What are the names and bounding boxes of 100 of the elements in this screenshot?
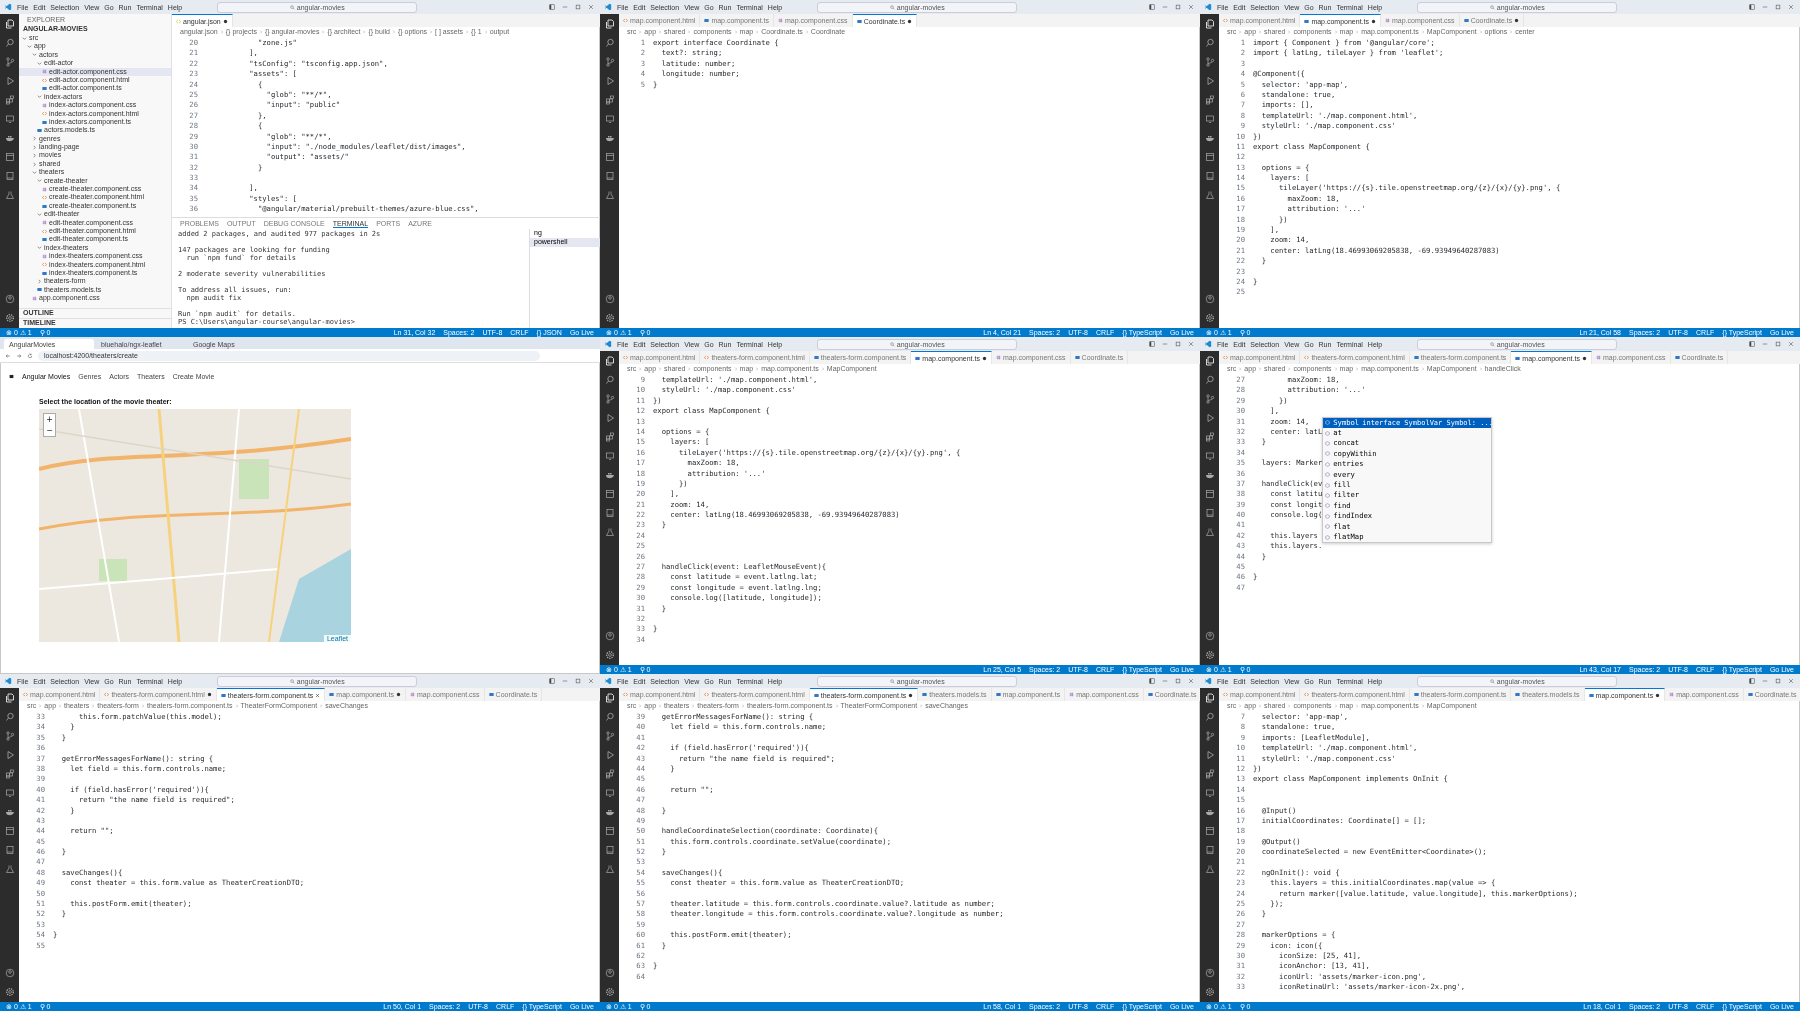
layout-icon[interactable]	[549, 678, 555, 684]
settings-icon[interactable]	[604, 987, 615, 997]
maximize-icon[interactable]	[575, 4, 581, 10]
layout-icon[interactable]	[1749, 4, 1755, 10]
table-icon[interactable]	[4, 152, 15, 162]
files-icon[interactable]	[1204, 19, 1215, 29]
close-icon[interactable]	[1788, 341, 1794, 347]
whale-icon[interactable]	[1204, 470, 1215, 480]
run-debug-icon[interactable]	[1204, 750, 1215, 760]
flask-icon[interactable]	[4, 190, 15, 200]
book-icon[interactable]	[4, 845, 15, 855]
close-icon[interactable]	[1188, 678, 1194, 684]
account-icon[interactable]	[604, 294, 615, 304]
whale-icon[interactable]	[604, 133, 615, 143]
table-icon[interactable]	[4, 826, 15, 836]
settings-icon[interactable]	[604, 313, 615, 323]
table-icon[interactable]	[1204, 826, 1215, 836]
zoom-in-button[interactable]: +	[44, 414, 55, 425]
close-icon[interactable]	[1788, 678, 1794, 684]
flask-icon[interactable]	[604, 527, 615, 537]
book-icon[interactable]	[604, 508, 615, 518]
layout-icon[interactable]	[1149, 341, 1155, 347]
search-icon[interactable]	[604, 712, 615, 722]
close-icon[interactable]	[315, 692, 321, 698]
source-control-icon[interactable]	[604, 57, 615, 67]
monitor-icon[interactable]	[604, 451, 615, 461]
files-icon[interactable]	[4, 693, 15, 703]
forward-icon[interactable]	[16, 352, 22, 359]
monitor-icon[interactable]	[604, 788, 615, 798]
whale-icon[interactable]	[1204, 807, 1215, 817]
settings-icon[interactable]	[1204, 650, 1215, 660]
account-icon[interactable]	[604, 631, 615, 641]
run-debug-icon[interactable]	[4, 750, 15, 760]
maximize-icon[interactable]	[1175, 678, 1181, 684]
flask-icon[interactable]	[604, 190, 615, 200]
settings-icon[interactable]	[1204, 987, 1215, 997]
settings-icon[interactable]	[604, 650, 615, 660]
table-icon[interactable]	[604, 152, 615, 162]
settings-icon[interactable]	[1204, 313, 1215, 323]
maximize-icon[interactable]	[575, 678, 581, 684]
files-icon[interactable]	[1204, 356, 1215, 366]
book-icon[interactable]	[4, 171, 15, 181]
run-debug-icon[interactable]	[604, 750, 615, 760]
account-icon[interactable]	[604, 968, 615, 978]
book-icon[interactable]	[1204, 508, 1215, 518]
monitor-icon[interactable]	[4, 114, 15, 124]
layout-icon[interactable]	[1149, 4, 1155, 10]
flask-icon[interactable]	[1204, 527, 1215, 537]
layout-icon[interactable]	[1149, 678, 1155, 684]
extensions-icon[interactable]	[1204, 769, 1215, 779]
maximize-icon[interactable]	[1775, 678, 1781, 684]
source-control-icon[interactable]	[604, 394, 615, 404]
table-icon[interactable]	[604, 826, 615, 836]
source-control-icon[interactable]	[4, 57, 15, 67]
close-icon[interactable]	[1188, 341, 1194, 347]
search-icon[interactable]	[604, 38, 615, 48]
extensions-icon[interactable]	[4, 769, 15, 779]
table-icon[interactable]	[1204, 152, 1215, 162]
settings-icon[interactable]	[4, 987, 15, 997]
settings-icon[interactable]	[4, 313, 15, 323]
maximize-icon[interactable]	[1175, 341, 1181, 347]
maximize-icon[interactable]	[1775, 341, 1781, 347]
book-icon[interactable]	[604, 171, 615, 181]
run-debug-icon[interactable]	[1204, 413, 1215, 423]
monitor-icon[interactable]	[4, 788, 15, 798]
extensions-icon[interactable]	[604, 432, 615, 442]
flask-icon[interactable]	[4, 864, 15, 874]
run-debug-icon[interactable]	[4, 76, 15, 86]
whale-icon[interactable]	[604, 470, 615, 480]
account-icon[interactable]	[1204, 294, 1215, 304]
whale-icon[interactable]	[4, 133, 15, 143]
source-control-icon[interactable]	[4, 731, 15, 741]
monitor-icon[interactable]	[604, 114, 615, 124]
extensions-icon[interactable]	[604, 95, 615, 105]
book-icon[interactable]	[1204, 171, 1215, 181]
run-debug-icon[interactable]	[1204, 76, 1215, 86]
table-icon[interactable]	[604, 489, 615, 499]
whale-icon[interactable]	[4, 807, 15, 817]
back-icon[interactable]	[5, 352, 11, 359]
close-icon[interactable]	[1788, 4, 1794, 10]
monitor-icon[interactable]	[1204, 114, 1215, 124]
reload-icon[interactable]	[27, 352, 33, 359]
extensions-icon[interactable]	[4, 95, 15, 105]
run-debug-icon[interactable]	[604, 413, 615, 423]
flask-icon[interactable]	[604, 864, 615, 874]
book-icon[interactable]	[1204, 845, 1215, 855]
whale-icon[interactable]	[1204, 133, 1215, 143]
layout-icon[interactable]	[1749, 678, 1755, 684]
flask-icon[interactable]	[1204, 864, 1215, 874]
files-icon[interactable]	[1204, 693, 1215, 703]
run-debug-icon[interactable]	[604, 76, 615, 86]
source-control-icon[interactable]	[1204, 731, 1215, 741]
close-icon[interactable]	[1188, 4, 1194, 10]
extensions-icon[interactable]	[1204, 95, 1215, 105]
search-icon[interactable]	[604, 375, 615, 385]
extensions-icon[interactable]	[604, 769, 615, 779]
account-icon[interactable]	[1204, 631, 1215, 641]
search-icon[interactable]	[1204, 375, 1215, 385]
search-icon[interactable]	[1204, 38, 1215, 48]
files-icon[interactable]	[604, 19, 615, 29]
